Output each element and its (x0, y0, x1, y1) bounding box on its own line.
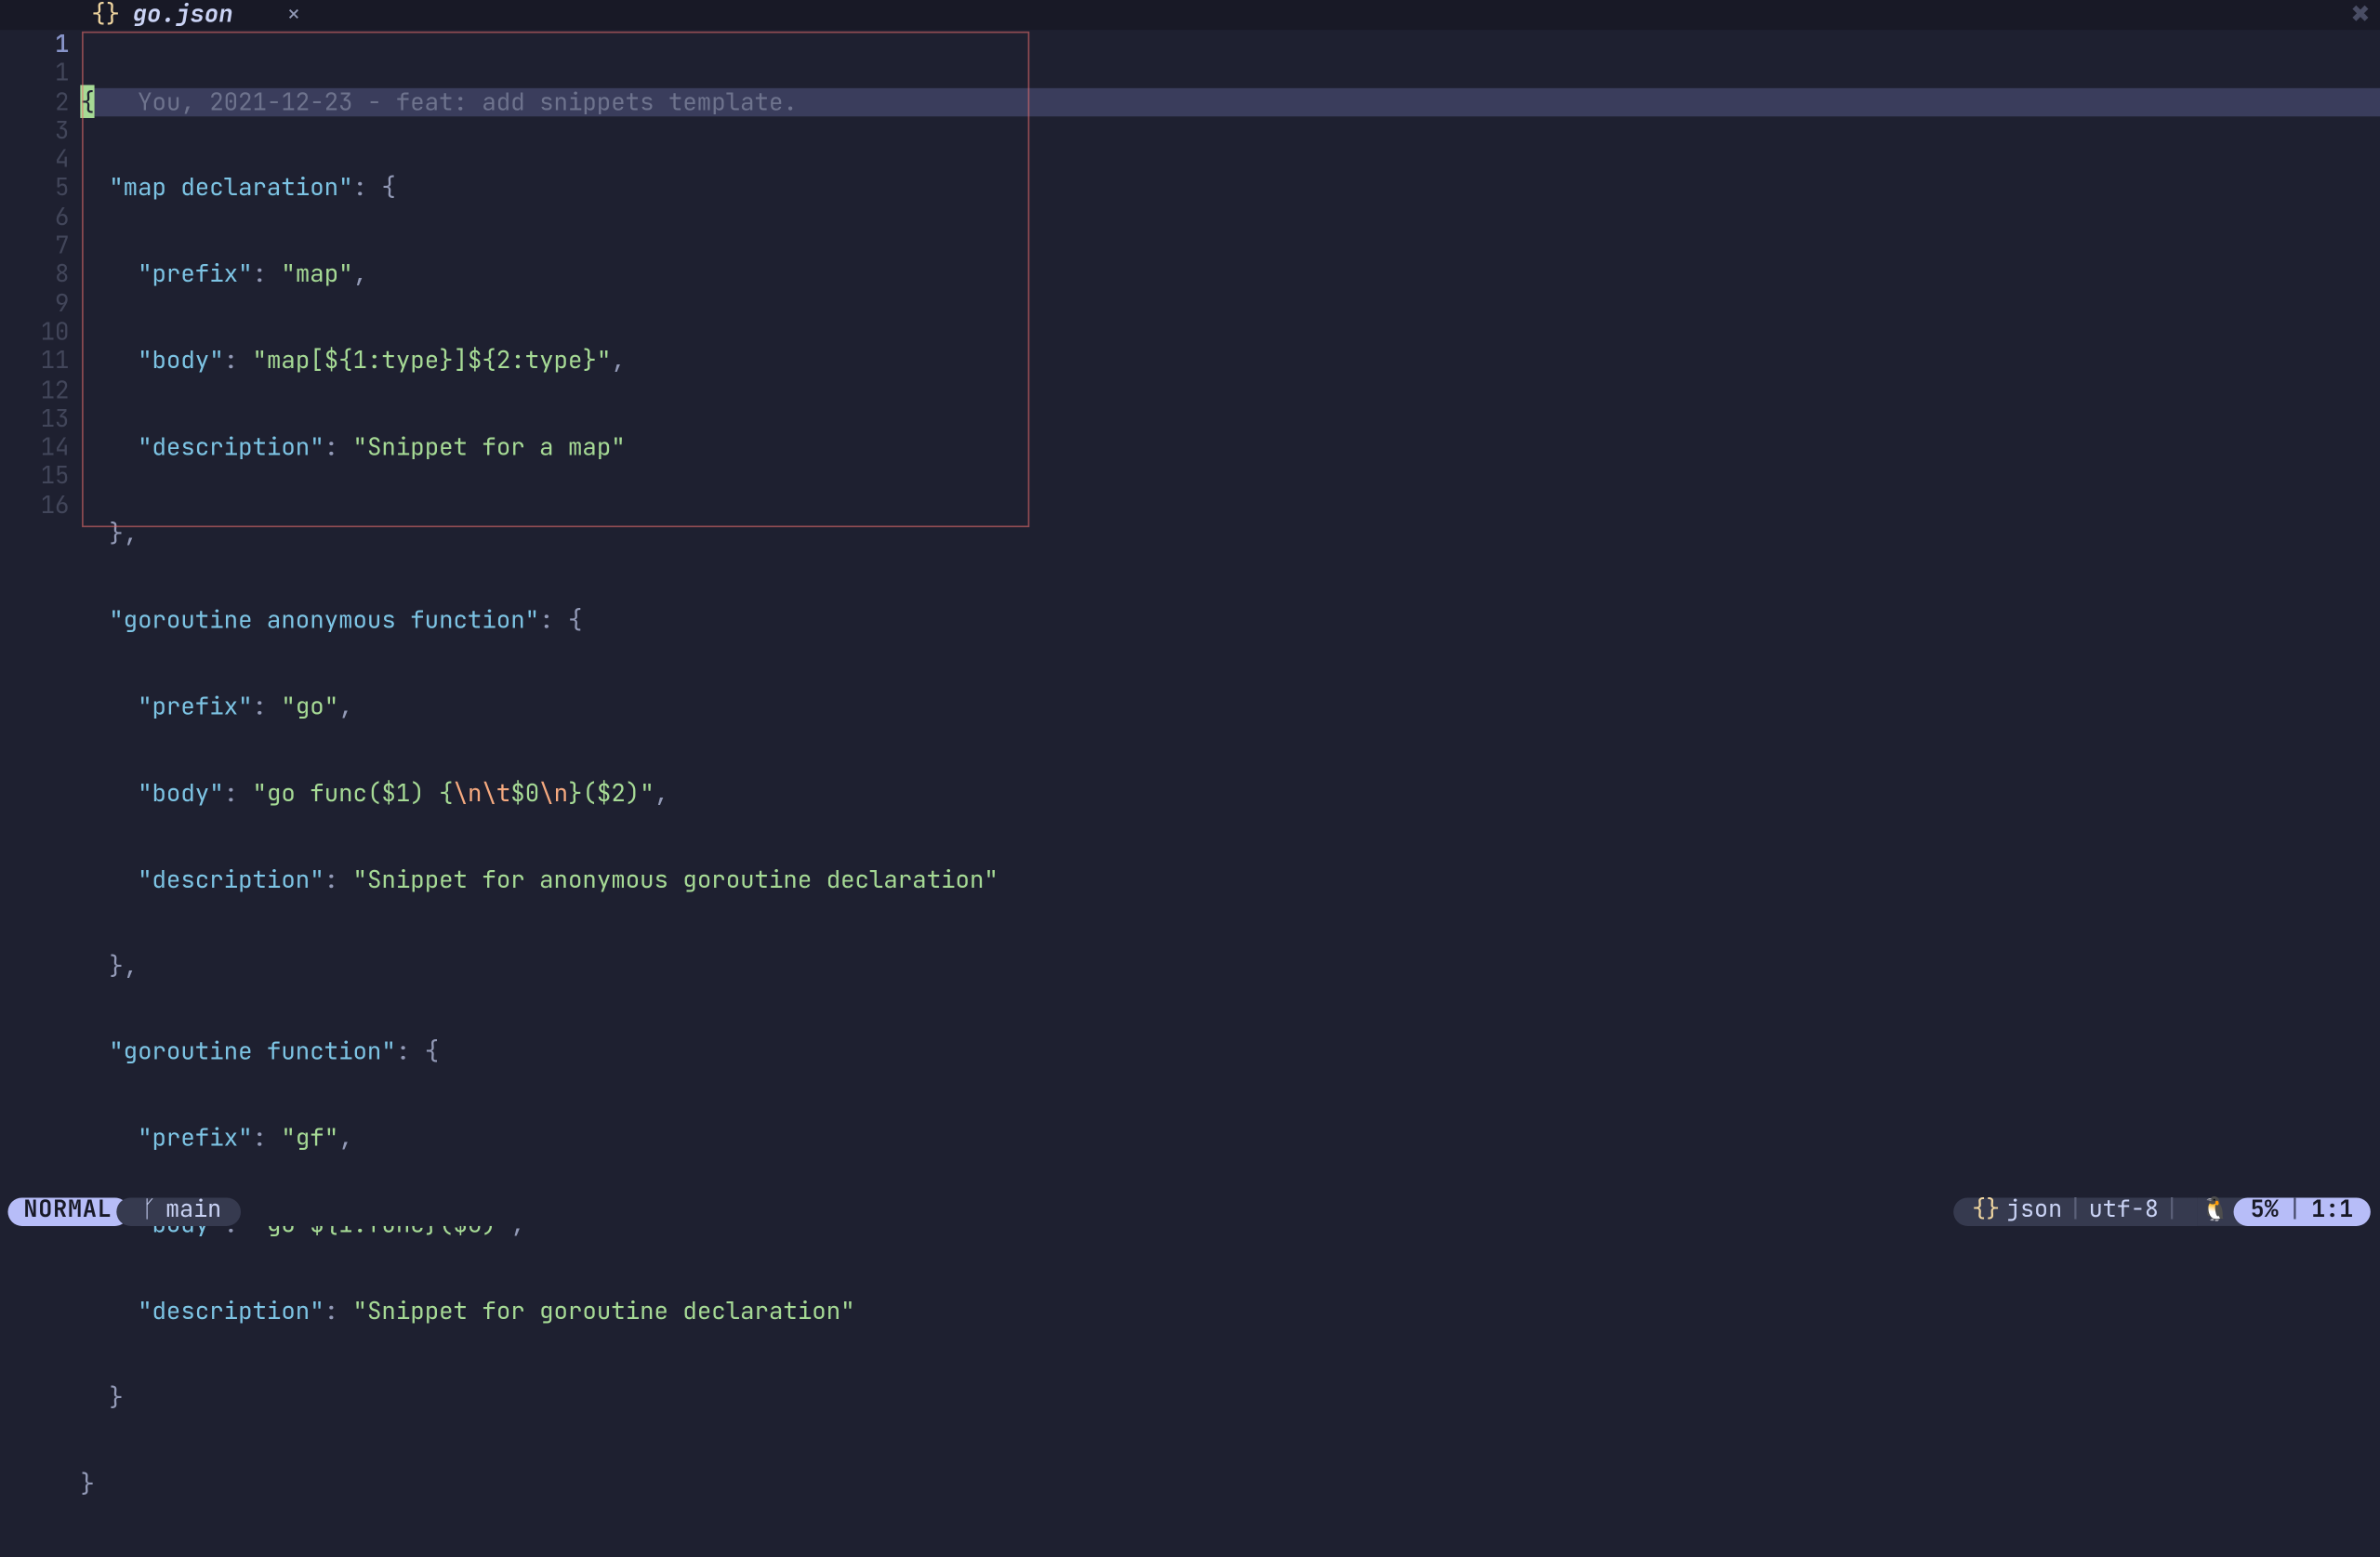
line-number: 13 (0, 404, 69, 433)
file-tab[interactable]: {} go.json × (0, 0, 317, 30)
vim-mode-indicator: NORMAL (7, 1197, 129, 1225)
line-number: 3 (0, 116, 69, 145)
filetype-label: json (2006, 1196, 2062, 1225)
code-line: }, (80, 951, 2380, 980)
line-number: 9 (0, 289, 69, 318)
filetype-indicator: {} json | utf-8 | (1953, 1197, 2198, 1225)
code-line: "body": "go func($1) {\n\t$0\n}($2)", (80, 779, 2380, 808)
code-line: "body": "map[${1:type}]${2:type}", (80, 347, 2380, 376)
line-number: 15 (0, 462, 69, 491)
code-line: "description": "Snippet for a map" (80, 433, 2380, 462)
code-line: } (80, 1383, 2380, 1412)
json-filetype-icon: {} (1972, 1196, 2000, 1225)
cursor: { (80, 85, 94, 118)
close-all-icon[interactable]: ✖ (2350, 1, 2371, 30)
line-number-current: 1 (0, 30, 69, 59)
tab-bar: {} go.json × ✖ (0, 0, 2380, 30)
branch-name: main (165, 1196, 221, 1225)
code-area[interactable]: { You, 2021-12-23 - feat: add snippets t… (80, 30, 2380, 1238)
tab-close-icon[interactable]: × (286, 1, 300, 30)
code-line: "prefix": "gf", (80, 1124, 2380, 1153)
git-blame-annotation: You, 2021-12-23 - feat: add snippets tem… (138, 85, 798, 118)
code-line: "prefix": "map", (80, 260, 2380, 289)
scroll-percent: 5% (2251, 1196, 2279, 1225)
line-number: 4 (0, 145, 69, 174)
json-file-icon: {} (91, 1, 120, 30)
line-number: 14 (0, 433, 69, 462)
tab-filename: go.json (133, 1, 233, 30)
line-number: 1 (0, 59, 69, 87)
code-line: { You, 2021-12-23 - feat: add snippets t… (80, 87, 2380, 116)
code-line: } (80, 1470, 2380, 1498)
line-number: 11 (0, 347, 69, 376)
code-line: "goroutine function": { (80, 1037, 2380, 1066)
cursor-position-indicator: 5% | 1:1 (2233, 1197, 2371, 1225)
status-line: NORMAL ᚴ main {} json | utf-8 | 🐧 5% | 1… (0, 1196, 2380, 1226)
encoding-label: utf-8 (2089, 1196, 2159, 1225)
line-number-gutter: 1 1 2 3 4 5 6 7 8 9 10 11 12 13 14 15 16 (0, 30, 80, 1238)
line-number: 10 (0, 318, 69, 347)
editor-area[interactable]: 1 1 2 3 4 5 6 7 8 9 10 11 12 13 14 15 16… (0, 30, 2380, 1238)
line-number: 2 (0, 87, 69, 116)
line-number: 6 (0, 203, 69, 231)
code-line: "map declaration": { (80, 174, 2380, 203)
code-line: "prefix": "go", (80, 693, 2380, 721)
branch-icon: ᚴ (142, 1196, 156, 1225)
line-number: 7 (0, 231, 69, 260)
line-col: 1:1 (2311, 1196, 2353, 1225)
line-number: 12 (0, 376, 69, 404)
code-line: "description": "Snippet for goroutine de… (80, 1297, 2380, 1326)
git-branch-indicator: ᚴ main (117, 1197, 241, 1225)
code-line: "description": "Snippet for anonymous go… (80, 865, 2380, 894)
line-number: 5 (0, 174, 69, 203)
code-line: "goroutine anonymous function": { (80, 606, 2380, 635)
line-number: 16 (0, 491, 69, 520)
line-number: 8 (0, 260, 69, 289)
code-line: }, (80, 520, 2380, 548)
